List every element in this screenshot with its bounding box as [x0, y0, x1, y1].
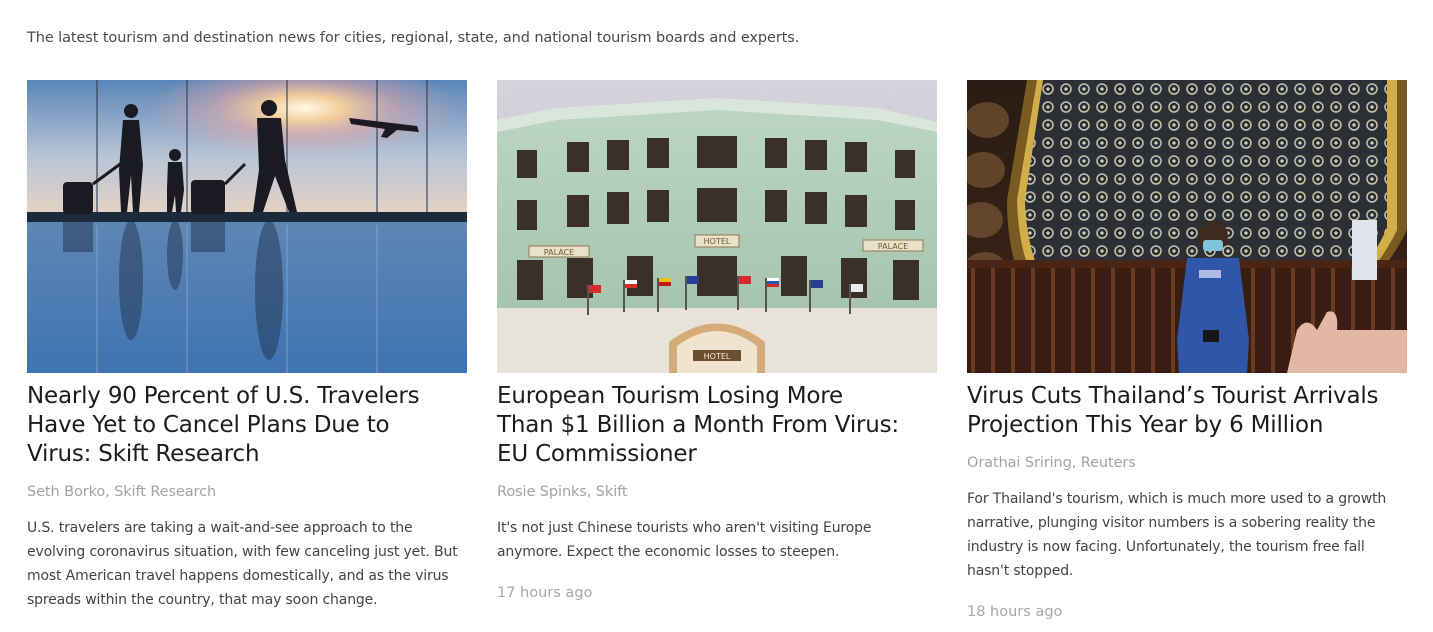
palace-hotel-facade-image: HOTEL PALACE PALACE HOTEL	[497, 80, 937, 373]
article-summary: U.S. travelers are taking a wait-and-see…	[27, 516, 467, 612]
section-intro: The latest tourism and destination news …	[27, 30, 800, 46]
article-card: Virus Cuts Thailand’s Tourist Arrivals P…	[967, 80, 1407, 622]
summary-line: narrative, plunging visitor numbers is a…	[967, 515, 1376, 531]
article-summary: For Thailand's tourism, which is much mo…	[967, 487, 1407, 583]
summary-line: U.S. travelers are taking a wait-and-see…	[27, 520, 413, 536]
headline-line: Have Yet to Cancel Plans Due to	[27, 412, 390, 438]
summary-line: anymore. Expect the economic losses to s…	[497, 544, 840, 560]
airport-travelers-silhouette-image	[27, 80, 467, 373]
headline-line: EU Commissioner	[497, 441, 697, 467]
headline-line: Than $1 Billion a Month From Virus:	[497, 412, 899, 438]
article-timestamp: 18 hours ago	[967, 604, 1063, 620]
article-byline: Rosie Spinks, Skift	[497, 484, 628, 500]
headline-line: Virus Cuts Thailand’s Tourist Arrivals	[967, 383, 1379, 409]
hotel-sign: HOTEL	[704, 237, 731, 246]
headline-line: Virus: Skift Research	[27, 441, 260, 467]
article-byline: Orathai Sriring, Reuters	[967, 455, 1136, 471]
summary-line: industry is now facing. Unfortunately, t…	[967, 539, 1365, 555]
article-image-link[interactable]: HOTEL PALACE PALACE HOTEL	[497, 80, 937, 373]
headline-line: Projection This Year by 6 Million	[967, 412, 1324, 438]
palace-sign: PALACE	[544, 248, 574, 257]
article-byline: Seth Borko, Skift Research	[27, 484, 217, 500]
article-card: Nearly 90 Percent of U.S. Travelers Have…	[27, 80, 467, 612]
article-summary: It's not just Chinese tourists who aren'…	[497, 516, 937, 564]
palace-sign: PALACE	[878, 242, 908, 251]
temple-visitor-masked-image	[967, 80, 1407, 373]
summary-line: spreads within the country, that may soo…	[27, 592, 378, 608]
article-image-link[interactable]	[27, 80, 467, 373]
headline-line: Nearly 90 Percent of U.S. Travelers	[27, 383, 420, 409]
hotel-sign: HOTEL	[704, 352, 731, 361]
article-image-link[interactable]	[967, 80, 1407, 373]
headline-line: European Tourism Losing More	[497, 383, 843, 409]
article-timestamp: 17 hours ago	[497, 585, 593, 601]
summary-line: It's not just Chinese tourists who aren'…	[497, 520, 872, 536]
article-headline[interactable]: Nearly 90 Percent of U.S. Travelers Have…	[27, 382, 467, 469]
summary-line: most American travel happens domesticall…	[27, 568, 449, 584]
article-card: HOTEL PALACE PALACE HOTEL European Touri…	[497, 80, 937, 603]
summary-line: evolving coronavirus situation, with few…	[27, 544, 458, 560]
summary-line: For Thailand's tourism, which is much mo…	[967, 491, 1387, 507]
summary-line: hasn't stopped.	[967, 563, 1074, 579]
article-headline[interactable]: European Tourism Losing More Than $1 Bil…	[497, 382, 937, 469]
article-headline[interactable]: Virus Cuts Thailand’s Tourist Arrivals P…	[967, 382, 1407, 440]
